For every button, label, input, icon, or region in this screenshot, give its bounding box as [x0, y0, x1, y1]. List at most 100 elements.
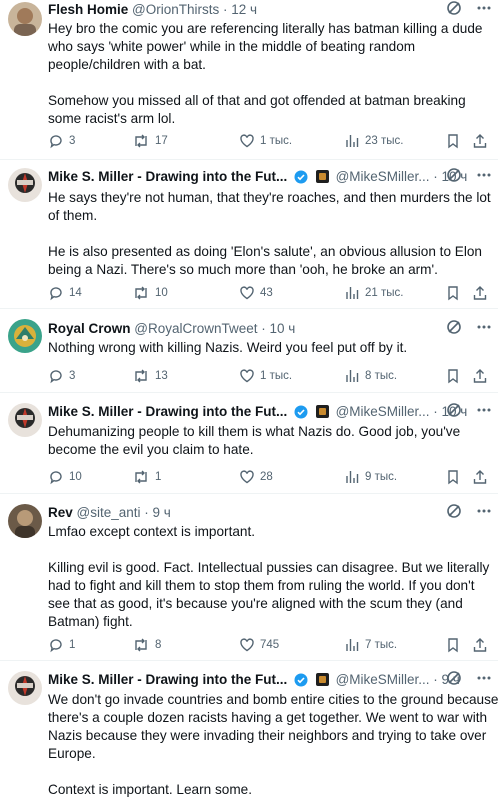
affiliate-badge-icon [315, 170, 329, 183]
avatar[interactable] [8, 168, 42, 202]
repost-button[interactable]: 13 [132, 366, 168, 386]
repost-button[interactable]: 1 [132, 467, 161, 487]
reply-button[interactable]: 10 [48, 467, 82, 487]
text-line: Context is important. Learn some. [48, 782, 252, 797]
views-button[interactable]: 7 тыс. [344, 635, 397, 655]
text-line: people/children with a bat. [48, 57, 206, 72]
share-button[interactable] [472, 283, 493, 303]
tweet[interactable]: Flesh Homie @OrionThirsts · 12 ч Hey bro… [0, 0, 498, 160]
like-button[interactable]: 43 [239, 283, 273, 303]
reply-count: 14 [69, 287, 82, 299]
like-count: 1 тыс. [260, 135, 293, 147]
more-options-icon[interactable] [476, 402, 492, 423]
display-name[interactable]: Royal Crown [48, 321, 131, 336]
avatar[interactable] [8, 671, 42, 705]
more-options-icon[interactable] [476, 0, 492, 21]
views-button[interactable]: 8 тыс. [344, 366, 397, 386]
share-button[interactable] [472, 635, 493, 655]
bookmark-button[interactable] [445, 366, 466, 386]
text-line: Nothing wrong with killing Nazis. Weird … [48, 340, 408, 355]
bookmark-icon [448, 369, 458, 384]
tweet[interactable]: Mike S. Miller - Drawing into the Fut...… [0, 661, 498, 800]
display-name[interactable]: Rev [48, 505, 73, 520]
more-options-icon[interactable] [476, 167, 492, 188]
text-line: Somehow you missed all of that and got o… [48, 93, 466, 108]
more-options-icon[interactable] [476, 503, 492, 524]
like-button[interactable]: 1 тыс. [239, 366, 292, 386]
share-button[interactable] [472, 366, 493, 386]
repost-icon [135, 369, 147, 383]
grok-icon[interactable] [446, 503, 462, 524]
user-handle[interactable]: @RoyalCrownTweet [134, 321, 257, 336]
heart-icon [240, 369, 254, 383]
timestamp[interactable]: · 9 ч [141, 505, 171, 520]
like-button[interactable]: 28 [239, 467, 273, 487]
display-name[interactable]: Mike S. Miller - Drawing into the Fut... [48, 672, 287, 687]
grok-icon[interactable] [446, 670, 462, 691]
bookmark-button[interactable] [445, 131, 466, 151]
reply-button[interactable]: 3 [48, 131, 75, 151]
bookmark-button[interactable] [445, 283, 466, 303]
tweet[interactable]: Mike S. Miller - Drawing into the Fut...… [0, 393, 498, 494]
repost-button[interactable]: 10 [132, 283, 168, 303]
tweet-text: Nothing wrong with killing Nazis. Weird … [48, 339, 486, 357]
text-line: Batman) fight. [48, 614, 133, 629]
reply-button[interactable]: 1 [48, 635, 75, 655]
repost-icon [135, 470, 147, 484]
bookmark-button[interactable] [445, 635, 466, 655]
avatar[interactable] [8, 403, 42, 437]
share-button[interactable] [472, 131, 493, 151]
views-button[interactable]: 21 тыс. [344, 283, 403, 303]
tweet[interactable]: Royal Crown @RoyalCrownTweet · 10 ч Noth… [0, 309, 498, 393]
repost-icon [135, 638, 147, 652]
user-handle[interactable]: @MikeSMiller... [336, 404, 430, 419]
text-line: Lmfao except context is important. [48, 524, 256, 539]
grok-icon[interactable] [446, 0, 462, 21]
bookmark-icon [448, 134, 458, 149]
avatar[interactable] [8, 504, 42, 538]
like-count: 28 [260, 471, 273, 483]
view-count: 23 тыс. [365, 135, 404, 147]
more-options-icon[interactable] [476, 319, 492, 340]
share-button[interactable] [472, 467, 493, 487]
grok-icon[interactable] [446, 402, 462, 423]
view-count: 7 тыс. [365, 639, 398, 651]
more-options-icon[interactable] [476, 670, 492, 691]
share-icon [473, 638, 487, 652]
reply-icon [50, 135, 62, 149]
timestamp[interactable]: · 10 ч [258, 321, 295, 336]
user-handle[interactable]: @site_anti [77, 505, 141, 520]
tweet-header: Flesh Homie @OrionThirsts · 12 ч [48, 0, 488, 20]
repost-button[interactable]: 17 [132, 131, 168, 151]
grok-icon[interactable] [446, 167, 462, 188]
tweet-text: Dehumanizing people to kill them is what… [48, 423, 486, 459]
verified-badge-icon [294, 673, 308, 687]
bookmark-button[interactable] [445, 467, 466, 487]
like-button[interactable]: 745 [239, 635, 279, 655]
share-icon [473, 369, 487, 383]
views-button[interactable]: 23 тыс. [344, 131, 403, 151]
like-button[interactable]: 1 тыс. [239, 131, 292, 151]
bookmark-icon [448, 470, 458, 485]
tweet-text: He says they're not human, that they're … [48, 189, 491, 279]
avatar[interactable] [8, 319, 42, 353]
avatar[interactable] [8, 2, 42, 36]
grok-icon[interactable] [446, 319, 462, 340]
display-name[interactable]: Flesh Homie [48, 2, 128, 17]
repost-button[interactable]: 8 [132, 635, 161, 655]
tweet-header: Mike S. Miller - Drawing into the Fut...… [48, 670, 488, 690]
display-name[interactable]: Mike S. Miller - Drawing into the Fut... [48, 404, 287, 419]
views-button[interactable]: 9 тыс. [344, 467, 397, 487]
timestamp[interactable]: · 12 ч [219, 2, 257, 17]
reply-button[interactable]: 14 [48, 283, 82, 303]
user-handle[interactable]: @OrionThirsts [132, 2, 219, 17]
tweet[interactable]: Mike S. Miller - Drawing into the Fut...… [0, 160, 498, 309]
display-name[interactable]: Mike S. Miller - Drawing into the Fut... [48, 169, 287, 184]
user-handle[interactable]: @MikeSMiller... [336, 169, 430, 184]
tweet-header: Royal Crown @RoyalCrownTweet · 10 ч [48, 319, 488, 339]
user-handle[interactable]: @MikeSMiller... [336, 672, 430, 687]
tweet[interactable]: Rev @site_anti · 9 ч Lmfao except contex… [0, 494, 498, 661]
reply-button[interactable]: 3 [48, 366, 75, 386]
reply-icon [50, 639, 62, 653]
views-icon [346, 370, 359, 382]
